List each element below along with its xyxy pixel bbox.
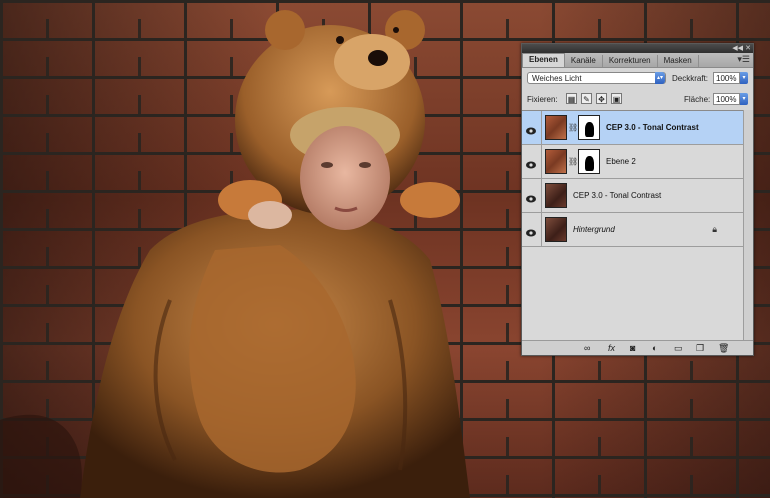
delete-layer-icon[interactable]: 🗑︎: [718, 342, 729, 354]
layer-row[interactable]: CEP 3.0 - Tonal Contrast: [522, 179, 743, 213]
eye-icon: [526, 224, 536, 237]
panel-tabs: Ebenen Kanäle Korrekturen Masken ▾☰: [522, 53, 753, 68]
blend-mode-value: Weiches Licht: [532, 74, 582, 83]
visibility-toggle[interactable]: [522, 111, 542, 144]
opacity-field[interactable]: 100%: [713, 72, 740, 84]
layer-list: ⛓ CEP 3.0 - Tonal Contrast ⛓ Ebene 2 CEP…: [522, 110, 743, 341]
lock-position-icon[interactable]: ✥: [596, 93, 607, 104]
opacity-label: Deckkraft:: [672, 74, 709, 83]
add-mask-icon[interactable]: ◙: [630, 342, 635, 354]
layer-mask-thumbnail[interactable]: [578, 115, 600, 140]
layer-thumbnail: [545, 217, 567, 242]
collapse-icon[interactable]: ◀◀: [732, 44, 743, 53]
tab-kanaele[interactable]: Kanäle: [565, 55, 603, 67]
mask-link-icon[interactable]: ⛓: [568, 123, 578, 132]
mask-link-icon[interactable]: ⛓: [568, 157, 578, 166]
layer-name: CEP 3.0 - Tonal Contrast: [573, 191, 662, 200]
visibility-toggle[interactable]: [522, 145, 542, 178]
lock-row: Fixieren: ▦ ✎ ✥ ▣ Fläche: 100% ▾: [522, 89, 753, 110]
layer-thumbnail: [545, 183, 567, 208]
visibility-toggle[interactable]: [522, 213, 542, 246]
close-icon[interactable]: ✕: [745, 44, 751, 53]
tab-korrekturen[interactable]: Korrekturen: [603, 55, 658, 67]
opacity-dropdown-icon[interactable]: ▾: [740, 72, 748, 84]
new-group-icon[interactable]: ▭: [674, 342, 683, 354]
eye-icon: [526, 122, 536, 135]
blend-row: Weiches Licht ▴▾ Deckkraft: 100% ▾: [522, 68, 753, 89]
panel-titlebar[interactable]: ◀◀ ✕: [522, 44, 753, 53]
fill-dropdown-icon[interactable]: ▾: [740, 93, 748, 105]
eye-icon: [526, 156, 536, 169]
link-layers-icon[interactable]: ∞: [584, 342, 590, 354]
fill-field[interactable]: 100%: [713, 93, 740, 105]
lock-all-icon[interactable]: ▣: [611, 93, 622, 104]
layers-panel: ◀◀ ✕ Ebenen Kanäle Korrekturen Masken ▾☰…: [521, 43, 754, 356]
layer-name: Ebene 2: [606, 157, 636, 166]
layer-name: CEP 3.0 - Tonal Contrast: [606, 123, 699, 132]
layer-name: Hintergrund: [573, 225, 615, 234]
layer-mask-thumbnail[interactable]: [578, 149, 600, 174]
layer-thumbnail: [545, 115, 567, 140]
lock-pixels-icon[interactable]: ✎: [581, 93, 592, 104]
panel-footer: ∞ fx ◙ ◐ ▭ ❐ 🗑︎: [522, 340, 753, 355]
layer-row[interactable]: ⛓ CEP 3.0 - Tonal Contrast: [522, 111, 743, 145]
eye-icon: [526, 190, 536, 203]
fill-label: Fläche:: [684, 95, 711, 104]
panel-menu-icon[interactable]: ▾☰: [737, 54, 750, 65]
new-layer-icon[interactable]: ❐: [696, 342, 704, 354]
tab-masken[interactable]: Masken: [658, 55, 699, 67]
layer-style-icon[interactable]: fx: [608, 342, 615, 354]
blend-mode-select[interactable]: Weiches Licht ▴▾: [527, 72, 666, 84]
layer-thumbnail: [545, 149, 567, 174]
lock-label: Fixieren:: [527, 95, 558, 104]
select-arrow-icon: ▴▾: [655, 72, 665, 84]
visibility-toggle[interactable]: [522, 179, 542, 212]
lock-icon: 🔒︎: [712, 224, 717, 234]
layer-list-scrollbar[interactable]: [743, 110, 753, 340]
tab-ebenen[interactable]: Ebenen: [522, 53, 565, 67]
adjustment-layer-icon[interactable]: ◐: [652, 342, 657, 354]
lock-transparency-icon[interactable]: ▦: [566, 93, 577, 104]
layer-row[interactable]: ⛓ Ebene 2: [522, 145, 743, 179]
layer-row[interactable]: Hintergrund 🔒︎: [522, 213, 743, 247]
